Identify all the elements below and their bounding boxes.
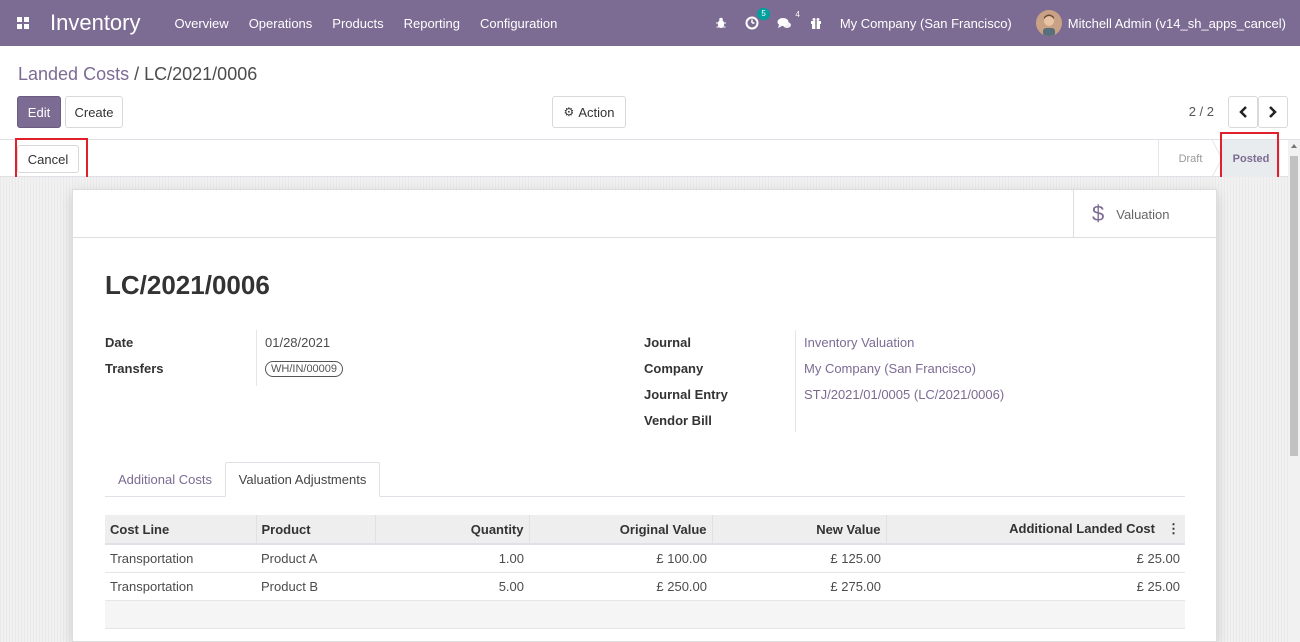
- messages-icon[interactable]: 4: [777, 10, 800, 30]
- transfer-tag[interactable]: WH/IN/00009: [265, 361, 344, 377]
- user-menu[interactable]: Mitchell Admin (v14_sh_apps_cancel): [1068, 16, 1286, 31]
- date-label: Date: [105, 335, 134, 350]
- breadcrumb-parent[interactable]: Landed Costs: [18, 64, 129, 84]
- table-header-row: Cost Line Product Quantity Original Valu…: [105, 515, 1185, 545]
- gear-icon: ⚙: [563, 105, 575, 119]
- messages-count-badge: 4: [795, 9, 800, 19]
- cell-original-value: £ 100.00: [529, 544, 712, 573]
- column-header-quantity[interactable]: Quantity: [375, 515, 530, 545]
- user-avatar[interactable]: [1035, 10, 1062, 36]
- journal-entry-label: Journal Entry: [644, 387, 728, 402]
- notebook-tabs: Additional Costs Valuation Adjustments: [105, 462, 1185, 497]
- vertical-scrollbar[interactable]: [1288, 140, 1300, 642]
- cell-new-value: £ 275.00: [712, 572, 886, 601]
- additional-landed-cost-label: Additional Landed Cost: [1009, 521, 1155, 536]
- column-header-cost-line[interactable]: Cost Line: [105, 515, 257, 545]
- breadcrumb-current: LC/2021/0006: [144, 64, 258, 84]
- scrollbar-thumb[interactable]: [1290, 156, 1298, 456]
- column-header-original-value[interactable]: Original Value: [529, 515, 713, 545]
- optional-columns-kebab-icon[interactable]: ⋮: [1167, 521, 1180, 536]
- cell-new-value: £ 125.00: [712, 544, 886, 573]
- valuation-smart-button[interactable]: $ Valuation: [1073, 190, 1216, 238]
- menu-overview[interactable]: Overview: [175, 16, 229, 31]
- activity-count-badge: 5: [757, 8, 770, 20]
- status-bar: Cancel Draft Posted: [0, 132, 1300, 188]
- company-value[interactable]: My Company (San Francisco): [804, 361, 976, 376]
- apps-menu-icon[interactable]: [0, 0, 46, 46]
- cell-additional-landed-cost: £ 25.00: [886, 572, 1185, 601]
- cell-cost-line: Transportation: [105, 572, 256, 601]
- transfers-field: WH/IN/00009: [265, 360, 344, 377]
- date-value: 01/28/2021: [265, 335, 331, 350]
- column-header-additional-landed-cost[interactable]: Additional Landed Cost ⋮: [886, 515, 1185, 545]
- cell-quantity: 1.00: [375, 544, 529, 573]
- smart-button-box: $ Valuation: [73, 190, 1216, 238]
- chevron-left-icon: [1239, 106, 1247, 118]
- control-panel: Landed Costs / LC/2021/0006 Edit Create …: [0, 46, 1300, 140]
- pager-next-button[interactable]: [1258, 96, 1288, 128]
- menu-products[interactable]: Products: [332, 16, 383, 31]
- right-group-separator: [795, 330, 796, 432]
- cell-additional-landed-cost: £ 25.00: [886, 544, 1185, 573]
- record-title: LC/2021/0006: [105, 270, 270, 300]
- table-row[interactable]: Transportation Product A 1.00 £ 100.00 £…: [105, 544, 1185, 573]
- top-navbar: Inventory Overview Operations Products R…: [0, 0, 1300, 46]
- journal-entry-value[interactable]: STJ/2021/01/0005 (LC/2021/0006): [804, 387, 1004, 402]
- action-label: Action: [578, 104, 615, 120]
- menu-reporting[interactable]: Reporting: [404, 16, 460, 31]
- column-header-new-value[interactable]: New Value: [712, 515, 887, 545]
- create-button[interactable]: Create: [65, 96, 123, 128]
- menu-operations[interactable]: Operations: [249, 16, 313, 31]
- journal-value[interactable]: Inventory Valuation: [804, 335, 914, 350]
- bug-icon[interactable]: [715, 17, 727, 29]
- breadcrumb-separator: /: [134, 64, 140, 84]
- chevron-right-icon: [1269, 106, 1277, 118]
- cell-original-value: £ 250.00: [529, 572, 712, 601]
- dollar-icon: $: [1092, 201, 1105, 226]
- menu-configuration[interactable]: Configuration: [480, 16, 557, 31]
- company-switcher[interactable]: My Company (San Francisco): [840, 16, 1012, 31]
- cell-product: Product A: [256, 544, 375, 573]
- vendor-bill-label: Vendor Bill: [644, 413, 712, 428]
- valuation-label: Valuation: [1116, 206, 1170, 222]
- column-header-product[interactable]: Product: [256, 515, 376, 545]
- company-label: Company: [644, 361, 704, 376]
- pager-value[interactable]: 2 / 2: [1189, 104, 1214, 119]
- tab-valuation-adjustments[interactable]: Valuation Adjustments: [225, 462, 380, 497]
- table-row[interactable]: Transportation Product B 5.00 £ 250.00 £…: [105, 572, 1185, 601]
- valuation-adjustments-table: Cost Line Product Quantity Original Valu…: [105, 515, 1185, 629]
- table-footer-row: [105, 600, 1185, 629]
- pager-previous-button[interactable]: [1228, 96, 1258, 128]
- form-sheet: $ Valuation LC/2021/0006 Date 01/28/2021…: [72, 189, 1217, 642]
- tab-additional-costs[interactable]: Additional Costs: [105, 462, 225, 497]
- scroll-up-arrow-icon[interactable]: [1291, 144, 1297, 148]
- action-button[interactable]: ⚙ Action: [552, 96, 626, 128]
- transfers-label: Transfers: [105, 361, 164, 376]
- activity-clock-icon[interactable]: 5: [745, 8, 770, 30]
- cell-quantity: 5.00: [375, 572, 529, 601]
- cell-product: Product B: [256, 572, 375, 601]
- cancel-highlight-box: [15, 138, 88, 182]
- breadcrumb: Landed Costs / LC/2021/0006: [18, 64, 257, 85]
- cell-cost-line: Transportation: [105, 544, 256, 573]
- journal-label: Journal: [644, 335, 691, 350]
- left-group-separator: [256, 330, 257, 386]
- edit-button[interactable]: Edit: [17, 96, 61, 128]
- app-name[interactable]: Inventory: [50, 10, 141, 36]
- gift-icon[interactable]: [810, 17, 822, 29]
